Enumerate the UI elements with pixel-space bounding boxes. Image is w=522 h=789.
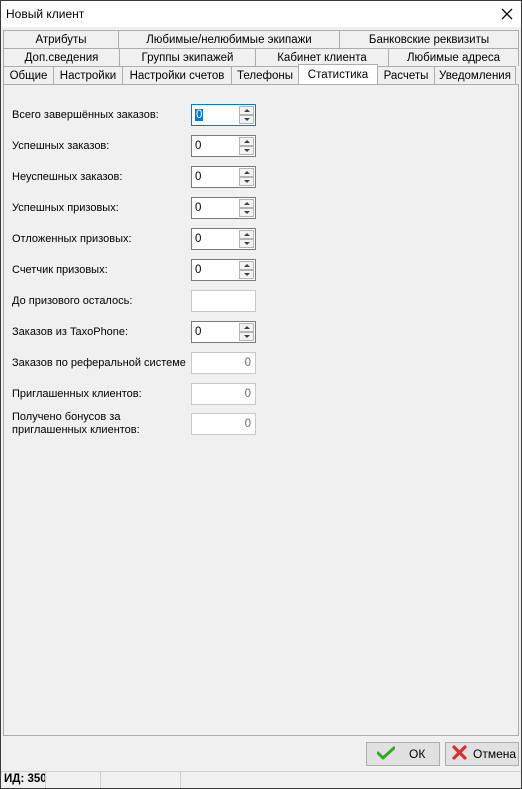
- tab-row-1: Атрибуты Любимые/нелюбимые экипажи Банко…: [3, 30, 519, 48]
- row-unsuccessful-orders: Неуспешных заказов: 0: [12, 166, 512, 188]
- row-referral-orders: Заказов по реферальной системе 0: [12, 352, 512, 374]
- label-bonus-line1: Получено бонусов за: [12, 411, 121, 423]
- row-successful-prize: Успешных призовых: 0: [12, 197, 512, 219]
- spin-up-icon[interactable]: [239, 168, 254, 177]
- cancel-x-icon: [452, 745, 467, 763]
- spin-down-icon[interactable]: [239, 332, 254, 341]
- tab-general[interactable]: Общие: [3, 66, 54, 84]
- tab-row-3: Общие Настройки Настройки счетов Телефон…: [3, 64, 519, 84]
- spin-down-icon[interactable]: [239, 208, 254, 217]
- completed-orders-spinner[interactable]: 0: [191, 104, 256, 126]
- completed-orders-spin[interactable]: [239, 106, 254, 124]
- spin-down-icon[interactable]: [239, 115, 254, 124]
- tab-statistics[interactable]: Статистика: [298, 64, 378, 84]
- unsuccessful-orders-value[interactable]: 0: [195, 171, 201, 183]
- tab-extra-info[interactable]: Доп.сведения: [3, 48, 120, 66]
- successful-orders-spin[interactable]: [239, 137, 254, 155]
- bonus-received-field: 0: [191, 413, 256, 435]
- row-until-prize: До призового осталось:: [12, 290, 512, 312]
- label-completed-orders: Всего завершённых заказов:: [12, 109, 159, 121]
- tab-phones[interactable]: Телефоны: [231, 66, 299, 84]
- close-icon[interactable]: [496, 3, 518, 25]
- spin-up-icon[interactable]: [239, 137, 254, 146]
- row-deferred-prize: Отложенных призовых: 0: [12, 228, 512, 250]
- spin-down-icon[interactable]: [239, 239, 254, 248]
- spin-up-icon[interactable]: [239, 261, 254, 270]
- prize-counter-value[interactable]: 0: [195, 264, 201, 276]
- until-prize-field: [191, 290, 256, 312]
- referral-orders-field: 0: [191, 352, 256, 374]
- unsuccessful-orders-spinner[interactable]: 0: [191, 166, 256, 188]
- row-invited-clients: Приглашенных клиентов: 0: [12, 383, 512, 405]
- row-completed-orders: Всего завершённых заказов: 0: [12, 104, 512, 126]
- deferred-prize-spin[interactable]: [239, 230, 254, 248]
- deferred-prize-value[interactable]: 0: [195, 233, 201, 245]
- tab-favorite-crews[interactable]: Любимые/нелюбимые экипажи: [118, 30, 340, 48]
- tab-payments[interactable]: Расчеты: [377, 66, 435, 84]
- tab-settings[interactable]: Настройки: [53, 66, 123, 84]
- deferred-prize-spinner[interactable]: 0: [191, 228, 256, 250]
- label-referral-orders: Заказов по реферальной системе: [12, 357, 186, 369]
- spin-down-icon[interactable]: [239, 270, 254, 279]
- status-cell-3: [101, 772, 181, 788]
- tab-row-2: Доп.сведения Группы экипажей Кабинет кли…: [3, 48, 519, 66]
- checkmark-icon: [376, 746, 396, 763]
- label-deferred-prize: Отложенных призовых:: [12, 233, 132, 245]
- successful-prize-spinner[interactable]: 0: [191, 197, 256, 219]
- title-bar: Новый клиент: [1, 1, 521, 27]
- tab-account-settings[interactable]: Настройки счетов: [122, 66, 232, 84]
- spin-up-icon[interactable]: [239, 199, 254, 208]
- dialog-window: Новый клиент Атрибуты Любимые/нелюбимые …: [0, 0, 522, 789]
- tab-favorite-addresses[interactable]: Любимые адреса: [388, 48, 519, 66]
- prize-counter-spin[interactable]: [239, 261, 254, 279]
- spin-down-icon[interactable]: [239, 146, 254, 155]
- status-bar: ИД: 350: [1, 771, 521, 788]
- status-cell-2: [46, 772, 101, 788]
- button-bar: ОК Отмена: [1, 737, 521, 770]
- ok-button-label: ОК: [409, 747, 426, 761]
- taxophone-orders-value[interactable]: 0: [195, 326, 201, 338]
- taxophone-orders-spin[interactable]: [239, 323, 254, 341]
- successful-orders-spinner[interactable]: 0: [191, 135, 256, 157]
- label-taxophone-orders: Заказов из TaxoPhone:: [12, 326, 129, 338]
- completed-orders-value[interactable]: 0: [195, 109, 204, 121]
- label-bonus-line2: приглашенных клиентов:: [12, 424, 140, 436]
- invited-clients-field: 0: [191, 383, 256, 405]
- statistics-panel: Всего завершённых заказов: 0 Успешных за…: [3, 84, 519, 736]
- bonus-received-value: 0: [244, 418, 251, 430]
- cancel-button[interactable]: Отмена: [445, 742, 519, 766]
- referral-orders-value: 0: [244, 357, 251, 369]
- tab-notifications[interactable]: Уведомления: [434, 66, 516, 84]
- label-unsuccessful-orders: Неуспешных заказов:: [12, 171, 123, 183]
- label-successful-prize: Успешных призовых:: [12, 202, 119, 214]
- spin-up-icon[interactable]: [239, 230, 254, 239]
- status-cell-id: [1, 772, 46, 788]
- spin-up-icon[interactable]: [239, 106, 254, 115]
- label-until-prize: До призового осталось:: [12, 295, 133, 307]
- label-successful-orders: Успешных заказов:: [12, 140, 110, 152]
- tab-bank-details[interactable]: Банковские реквизиты: [339, 30, 519, 48]
- label-bonus-received: Получено бонусов за приглашенных клиенто…: [12, 411, 140, 437]
- ok-button[interactable]: ОК: [366, 742, 440, 766]
- cancel-button-label: Отмена: [473, 747, 517, 761]
- spin-down-icon[interactable]: [239, 177, 254, 186]
- invited-clients-value: 0: [244, 388, 251, 400]
- prize-counter-spinner[interactable]: 0: [191, 259, 256, 281]
- taxophone-orders-spinner[interactable]: 0: [191, 321, 256, 343]
- successful-prize-spin[interactable]: [239, 199, 254, 217]
- row-bonus-received: Получено бонусов за приглашенных клиенто…: [12, 411, 512, 437]
- window-title: Новый клиент: [6, 7, 85, 21]
- spin-up-icon[interactable]: [239, 323, 254, 332]
- label-invited-clients: Приглашенных клиентов:: [12, 388, 142, 400]
- successful-prize-value[interactable]: 0: [195, 202, 201, 214]
- tab-crew-groups[interactable]: Группы экипажей: [119, 48, 256, 66]
- tab-attributes[interactable]: Атрибуты: [3, 30, 119, 48]
- row-prize-counter: Счетчик призовых: 0: [12, 259, 512, 281]
- label-prize-counter: Счетчик призовых:: [12, 264, 108, 276]
- row-successful-orders: Успешных заказов: 0: [12, 135, 512, 157]
- row-taxophone-orders: Заказов из TaxoPhone: 0: [12, 321, 512, 343]
- unsuccessful-orders-spin[interactable]: [239, 168, 254, 186]
- successful-orders-value[interactable]: 0: [195, 140, 201, 152]
